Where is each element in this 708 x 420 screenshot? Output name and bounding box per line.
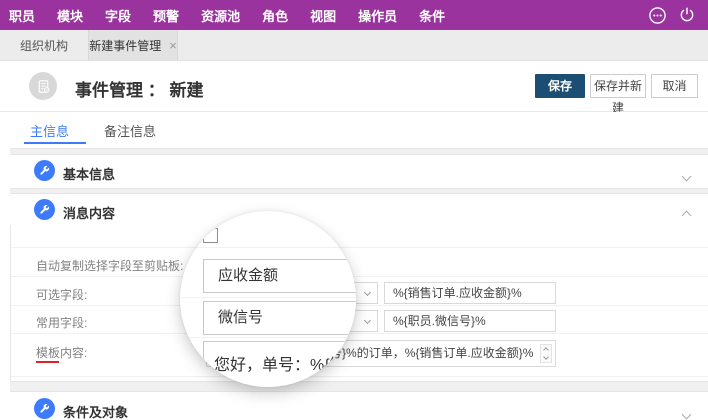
- row-divider: [180, 297, 356, 298]
- close-icon[interactable]: ×: [169, 39, 177, 52]
- menu-item-view[interactable]: 视图: [310, 6, 336, 25]
- magnified-template-content: 您好，单号：%{销售: [203, 341, 356, 387]
- document-tabstrip: 组织机构 新建事件管理 ×: [0, 30, 708, 61]
- section-condition-objects-label: 条件及对象: [63, 402, 128, 420]
- menu-item-staff[interactable]: 职员: [9, 6, 35, 25]
- page-title: 事件管理 ： 新建: [75, 76, 203, 101]
- wrench-icon: [34, 199, 55, 220]
- section-condition-objects[interactable]: 条件及对象: [10, 392, 708, 420]
- row-divider: [11, 376, 708, 377]
- row-divider: [180, 247, 356, 248]
- wrench-icon: [34, 398, 55, 419]
- chevron-up-icon: [543, 347, 549, 353]
- label-autocopy-fields: 自动复制选择字段至剪贴板:: [36, 257, 183, 274]
- document-gear-icon: [29, 72, 57, 100]
- menu-item-role[interactable]: 角色: [262, 6, 288, 25]
- power-icon[interactable]: [678, 6, 696, 24]
- more-ellipsis-icon[interactable]: [648, 6, 667, 25]
- section-gap: [10, 148, 708, 155]
- tab-notes-info[interactable]: 备注信息: [104, 121, 156, 140]
- label-template-content: 模板内容:: [36, 344, 87, 361]
- label-optional-field: 可选字段:: [36, 286, 87, 303]
- row-divider: [11, 305, 708, 306]
- required-red-underline: [36, 361, 59, 363]
- magnified-common-field-select: 微信号: [203, 301, 356, 335]
- menubar-icon-group: [648, 0, 696, 30]
- section-message-content-label: 消息内容: [63, 203, 115, 222]
- section-message-content[interactable]: 消息内容: [10, 194, 708, 225]
- magnified-optional-field-select: 应收金额: [203, 259, 356, 293]
- label-common-field: 常用字段:: [36, 314, 87, 331]
- menu-item-module[interactable]: 模块: [57, 6, 83, 25]
- chevron-down-icon: [364, 289, 371, 296]
- row-divider: [11, 333, 708, 334]
- doc-tab-organization-label: 组织机构: [20, 37, 68, 54]
- cancel-button[interactable]: 取消: [651, 74, 698, 98]
- chevron-down-icon[interactable]: [683, 405, 690, 420]
- optional-field-input[interactable]: %{销售订单.应收金额}%: [384, 282, 556, 304]
- wrench-icon: [34, 160, 55, 181]
- view-tabs: 主信息 备注信息: [0, 112, 708, 148]
- stepper-control[interactable]: [540, 344, 552, 363]
- magnified-autocopy-checkbox: [203, 228, 218, 243]
- doc-tab-new-event-label: 新建事件管理: [89, 37, 161, 54]
- doc-tab-new-event[interactable]: 新建事件管理 ×: [88, 30, 178, 60]
- menu-item-resource-pool[interactable]: 资源池: [201, 6, 240, 25]
- chevron-up-icon[interactable]: [683, 206, 690, 224]
- menu-item-alert[interactable]: 预警: [153, 6, 179, 25]
- common-field-input[interactable]: %{职员.微信号}%: [384, 310, 556, 332]
- save-and-new-button[interactable]: 保存并新建: [590, 74, 646, 98]
- section-basic-info[interactable]: 基本信息: [10, 155, 708, 188]
- chevron-down-icon: [364, 317, 371, 324]
- section-gap: [10, 381, 708, 392]
- menu-item-field[interactable]: 字段: [105, 6, 131, 25]
- tab-main-info[interactable]: 主信息: [30, 121, 69, 140]
- doc-tab-organization[interactable]: 组织机构: [0, 30, 88, 60]
- row-divider: [180, 337, 356, 338]
- save-button[interactable]: 保存: [535, 74, 585, 98]
- chevron-down-icon: [543, 354, 549, 360]
- menu-item-operator[interactable]: 操作员: [358, 6, 397, 25]
- row-divider: [11, 276, 708, 277]
- active-tab-underline: [24, 142, 86, 144]
- section-basic-info-label: 基本信息: [63, 164, 115, 183]
- chevron-down-icon[interactable]: [683, 167, 690, 185]
- page-header: 事件管理 ： 新建 保存 保存并新建 取消: [0, 61, 708, 112]
- top-menubar: 职员 模块 字段 预警 资源池 角色 视图 操作员 条件: [0, 0, 708, 30]
- magnifier-zoom-bubble: 应收金额 微信号 您好，单号：%{销售: [180, 211, 356, 387]
- row-divider: [11, 247, 708, 248]
- menu-item-condition[interactable]: 条件: [419, 6, 445, 25]
